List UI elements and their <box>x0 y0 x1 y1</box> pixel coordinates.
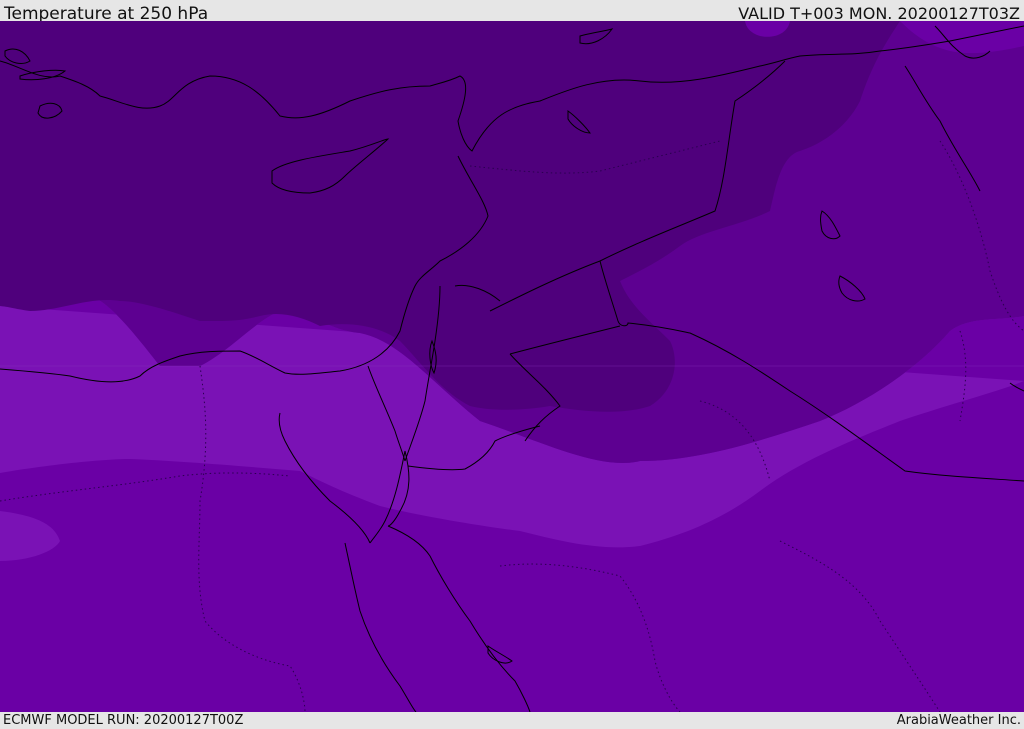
temperature-map[interactable] <box>0 21 1024 712</box>
model-run: ECMWF MODEL RUN: 20200127T00Z <box>3 713 244 728</box>
credit-label: ArabiaWeather Inc. <box>896 713 1021 728</box>
footer-bar: ECMWF MODEL RUN: 20200127T00Z ArabiaWeat… <box>0 712 1024 729</box>
header-bar: Temperature at 250 hPa VALID T+003 MON. … <box>0 0 1024 24</box>
map-canvas <box>0 21 1024 712</box>
